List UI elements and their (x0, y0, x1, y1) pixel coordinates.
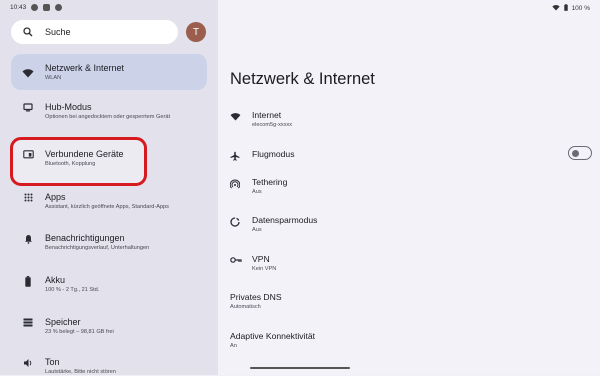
vpn-status-icon (55, 4, 63, 11)
sidebar-item-speicher[interactable]: Speicher 23 % belegt – 98,81 GB frei (11, 316, 207, 336)
airplane-icon (230, 149, 252, 161)
sidebar: 10:43 Suche T Netzwerk & Internet WLAN H… (0, 0, 218, 375)
notification-icon (31, 4, 39, 11)
row-title: VPN (252, 254, 270, 264)
row-privates-dns[interactable]: Privates DNS Automatisch (230, 292, 592, 311)
sidebar-item-hub-modus[interactable]: Hub-Modus Optionen bei angedocktem oder … (11, 101, 207, 121)
sidebar-item-apps[interactable]: Apps Assistant, kürzlich geöffnete Apps,… (11, 191, 207, 211)
sidebar-item-akku[interactable]: Akku 100 % - 2 Tg., 21 Std. (11, 274, 207, 294)
sidebar-item-label: Ton (45, 357, 60, 367)
row-sub: elecom5g-xxxxx (252, 122, 293, 128)
row-datensparmodus[interactable]: Datensparmodus Aus (230, 215, 592, 234)
wifi-icon (230, 110, 252, 121)
sidebar-item-label: Akku (45, 275, 66, 285)
sidebar-item-sub: 23 % belegt – 98,81 GB frei (45, 329, 114, 335)
row-internet[interactable]: Internet elecom5g-xxxxx (230, 110, 592, 129)
sidebar-item-sub: Optionen bei angedocktem oder gesperrtem… (45, 114, 170, 120)
wifi-icon (11, 66, 45, 78)
battery-status-icon (563, 4, 568, 13)
row-tethering[interactable]: Tethering Aus (230, 177, 592, 196)
sidebar-item-label: Netzwerk & Internet (45, 63, 125, 73)
hotspot-icon (230, 177, 252, 189)
row-vpn[interactable]: VPN Kein VPN (230, 254, 592, 273)
sidebar-item-netzwerk-internet[interactable]: Netzwerk & Internet WLAN (11, 54, 207, 90)
row-title: Internet (252, 110, 282, 120)
sidebar-item-label: Hub-Modus (45, 102, 92, 112)
battery-percent: 100 % (571, 5, 590, 12)
row-sub: An (230, 343, 237, 349)
apps-grid-icon (11, 191, 45, 202)
avatar[interactable]: T (186, 22, 206, 42)
row-title: Datensparmodus (252, 215, 318, 225)
sidebar-item-label: Apps (45, 192, 66, 202)
sidebar-item-benachrichtigungen[interactable]: Benachrichtigungen Benachrichtigungsverl… (11, 232, 207, 252)
toggle-knob (572, 149, 579, 157)
speaker-icon (11, 356, 45, 368)
vpn-key-icon (230, 254, 252, 264)
row-sub: Kein VPN (252, 266, 277, 272)
data-saver-icon (230, 215, 252, 227)
row-sub: Aus (252, 189, 262, 195)
devices-icon (11, 148, 45, 159)
sidebar-item-sub: Bluetooth, Kopplung (45, 161, 96, 167)
cast-icon (43, 4, 51, 11)
row-title: Flugmodus (252, 149, 295, 159)
status-bar-right: 100 % (551, 4, 590, 13)
status-bar-left: 10:43 (10, 4, 63, 11)
bell-icon (11, 232, 45, 244)
sidebar-item-sub: 100 % - 2 Tg., 21 Std. (45, 287, 100, 293)
flugmodus-toggle[interactable] (568, 146, 592, 160)
storage-icon (11, 316, 45, 327)
battery-icon (11, 274, 45, 287)
row-title: Adaptive Konnektivität (230, 331, 316, 341)
sidebar-item-sub: Benachrichtigungsverlauf, Unterhaltungen (45, 245, 150, 251)
page-title: Netzwerk & Internet (230, 70, 375, 88)
sidebar-item-label: Benachrichtigungen (45, 233, 125, 243)
row-title: Privates DNS (230, 292, 282, 302)
search-bar[interactable]: Suche (11, 20, 178, 44)
sidebar-item-sub: Assistant, kürzlich geöffnete Apps, Stan… (45, 204, 169, 210)
wifi-status-icon (551, 4, 560, 13)
sidebar-item-label: Speicher (45, 317, 81, 327)
row-adaptive-konnektivitaet[interactable]: Adaptive Konnektivität An (230, 331, 592, 350)
sidebar-item-ton[interactable]: Ton Lautstärke, Bitte nicht stören (11, 356, 207, 376)
row-sub: Aus (252, 227, 262, 233)
main-panel: 100 % Netzwerk & Internet Internet eleco… (218, 0, 600, 375)
row-title: Tethering (252, 177, 288, 187)
sidebar-item-verbundene-geraete[interactable]: Verbundene Geräte Bluetooth, Kopplung (11, 148, 207, 168)
gesture-nav-bar[interactable] (250, 367, 350, 369)
status-time: 10:43 (10, 4, 27, 11)
row-sub: Automatisch (230, 304, 261, 310)
search-label: Suche (45, 27, 71, 37)
sidebar-item-label: Verbundene Geräte (45, 149, 124, 159)
dock-icon (11, 101, 45, 112)
sidebar-item-sub: WLAN (45, 75, 62, 81)
row-flugmodus[interactable]: Flugmodus (230, 149, 592, 161)
search-icon (23, 27, 33, 37)
